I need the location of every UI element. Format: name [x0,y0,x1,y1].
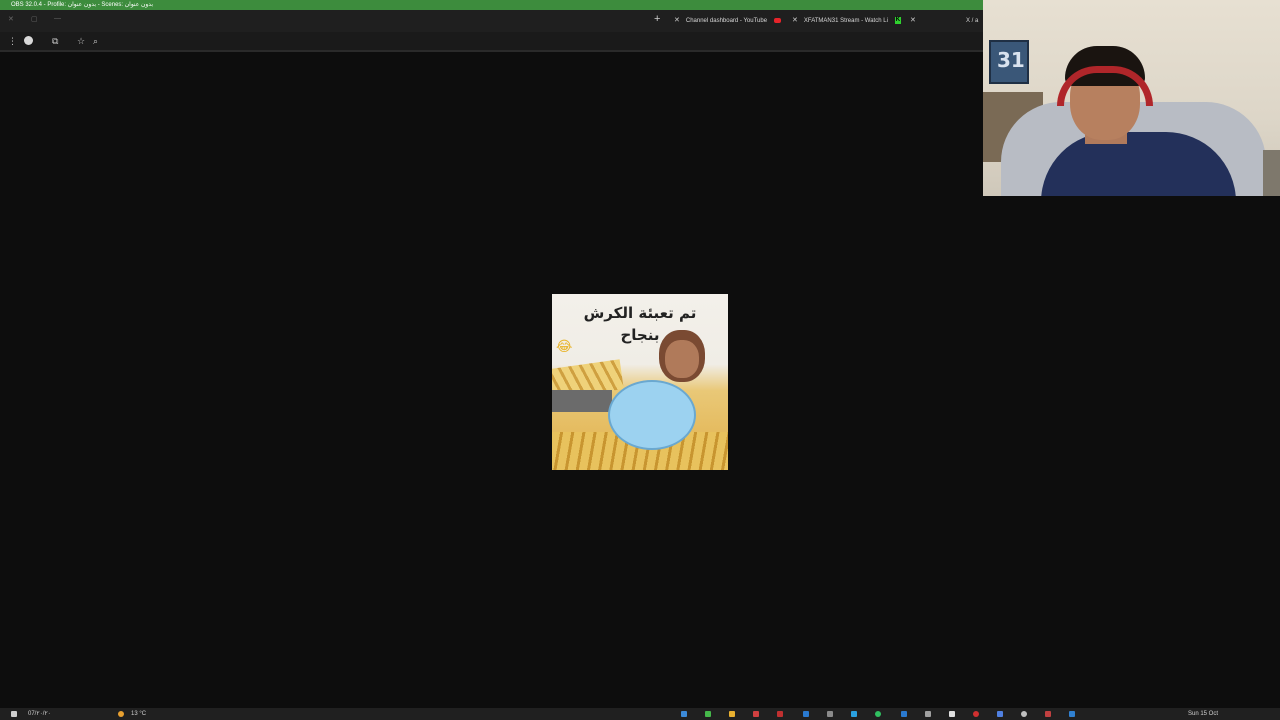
obs-icon[interactable] [1021,711,1027,717]
tab-x[interactable]: ✕ [910,16,922,26]
tab-x-label[interactable]: X / a [966,16,978,26]
browser-tab-strip: ✕ ▢ — + ✕ Channel dashboard - YouTube ✕ XF… [0,10,983,32]
taskbar-date: 07/٢٠/٢٠ [28,711,51,717]
close-tab-icon[interactable]: ✕ [674,17,680,24]
meme-image: 😂 تم تعبئة الكرش بنجاح [552,294,728,470]
browser-toolbar: ⋮ ⧉ ☆ ⌕ [0,32,983,52]
close-tab-icon[interactable]: ✕ [910,17,916,24]
taskbar-app-icon[interactable] [925,711,931,717]
window-maximize-icon[interactable]: ▢ [31,15,38,23]
meme-caption: تم تعبئة الكرش بنجاح [552,302,728,346]
tab-label: X / a [966,18,979,24]
new-tab-button[interactable]: + [654,13,660,25]
tab-label: XFATMAN31 Stream - Watch Li [803,18,888,24]
obs-title-text: OBS 32.0.4 - Profile: بدون عنوان - Scene… [11,2,154,8]
background-wall [1263,150,1280,196]
taskbar: 07/٢٠/٢٠ 13 °C Sun 15 Oct [0,708,1280,720]
webcam-overlay: 31 [983,0,1280,196]
chrome-icon[interactable] [729,711,735,717]
wall-frame-text: 31 [997,48,1025,72]
taskbar-clock: Sun 15 Oct [1188,711,1219,717]
meme-caption-line2: بنجاح [620,326,660,344]
taskbar-app-icon[interactable] [827,711,833,717]
taskbar-app-icon[interactable] [1069,711,1075,717]
meme-shelf [552,390,612,412]
window-minimize-icon[interactable]: — [54,15,61,22]
taskbar-app-icon[interactable] [777,711,783,717]
obs-window-title: OBS 32.0.4 - Profile: بدون عنوان - Scene… [0,0,983,10]
profile-icon[interactable] [24,36,33,45]
taskbar-app-icon[interactable] [997,711,1003,717]
window-close-icon[interactable]: ✕ [8,15,14,23]
taskbar-app-icon[interactable] [705,711,711,717]
cartoon-belly [608,380,696,450]
extensions-icon[interactable]: ⧉ [52,36,58,46]
windows-start-icon[interactable] [11,711,17,717]
tab-youtube-dashboard[interactable]: ✕ Channel dashboard - YouTube [674,16,782,26]
taskbar-weather: 13 °C [131,711,147,717]
search-icon[interactable]: ⌕ [93,36,98,46]
wall-frame: 31 [989,40,1029,84]
menu-icon[interactable]: ⋮ [8,36,17,46]
youtube-icon [774,17,782,23]
taskbar-app-icon[interactable] [1045,711,1051,717]
taskbar-app-icon[interactable] [851,711,857,717]
spotify-icon[interactable] [875,711,881,717]
taskbar-app-icon[interactable] [753,711,759,717]
taskbar-app-icon[interactable] [949,711,955,717]
close-tab-icon[interactable]: ✕ [792,17,798,24]
meme-caption-line1: تم تعبئة الكرش [583,304,697,322]
taskbar-app-icon[interactable] [681,711,687,717]
taskbar-app-icon[interactable] [803,711,809,717]
tab-kick-stream[interactable]: ✕ XFATMAN31 Stream - Watch Li K [792,16,901,26]
weather-icon [118,711,124,717]
taskbar-app-icon[interactable] [973,711,979,717]
kick-icon: K [894,16,901,24]
star-icon[interactable]: ☆ [77,36,85,46]
tab-label: Channel dashboard - YouTube [685,18,768,24]
taskbar-app-icon[interactable] [901,711,907,717]
